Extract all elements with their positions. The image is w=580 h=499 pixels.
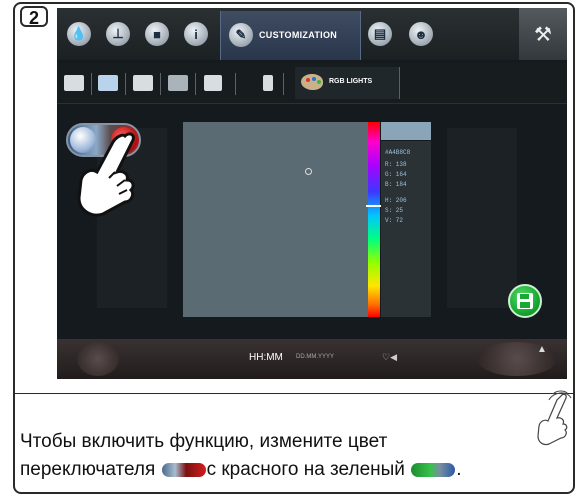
clock-date: DD.MM.YYYY [296, 354, 335, 360]
instruction-text: Чтобы включить функцию, измените цвет пе… [20, 428, 540, 484]
image-icon[interactable] [133, 75, 153, 91]
step-badge: 2 [20, 6, 48, 28]
top-navigation-bar: 💧 ⊥ ■ i ✎ CUSTOMIZATION ▤ ☻ ⚒ [57, 8, 567, 60]
hue-slider-marker[interactable] [366, 205, 382, 207]
color-values-panel: #A4B8C8 R: 138 G: 164 B: 184 H: 206 S: 2… [381, 141, 431, 317]
color-v-value: V: 72 [385, 217, 404, 224]
info-icon[interactable]: i [184, 22, 208, 46]
steam-icon[interactable]: ■ [145, 22, 169, 46]
separator [91, 73, 92, 95]
section-divider [15, 393, 573, 394]
instruction-line-2a: переключателя [20, 459, 156, 480]
color-g-value: G: 164 [385, 171, 407, 178]
customization-label: CUSTOMIZATION [259, 30, 338, 40]
screen-icon[interactable]: ▤ [368, 22, 392, 46]
screen-saver-icon[interactable] [168, 75, 188, 91]
color-b-value: B: 184 [385, 181, 407, 188]
color-picker-cursor[interactable] [305, 168, 312, 175]
customization-sub-bar: RGB LIGHTS [57, 63, 567, 104]
color-s-value: S: 25 [385, 207, 404, 214]
color-swatch [381, 122, 431, 140]
tab-rgb-lights[interactable]: RGB LIGHTS [295, 67, 400, 99]
tap-gesture-icon [537, 390, 572, 446]
separator [160, 73, 161, 95]
instruction-line-2b: с красного на зеленый [206, 459, 405, 480]
rgb-lights-label: RGB LIGHTS [329, 78, 373, 85]
floppy-disk-icon [517, 293, 533, 309]
clock-time: HH:MM [249, 352, 283, 363]
color-picker-area[interactable] [183, 122, 368, 317]
background-tile [447, 128, 517, 308]
separator [283, 73, 284, 95]
book-icon[interactable] [64, 75, 84, 91]
save-button[interactable] [508, 284, 542, 318]
separator [195, 73, 196, 95]
bottle-icon[interactable] [263, 75, 273, 91]
instruction-line-1: Чтобы включить функцию, измените цвет [20, 431, 388, 452]
instruction-line-2c: . [456, 459, 462, 480]
tab-customization[interactable]: ✎ CUSTOMIZATION [220, 11, 361, 60]
bottom-status-bar: HH:MM DD.MM.YYYY ♡◀ ▲ [57, 339, 567, 379]
separator [235, 73, 236, 95]
up-arrow-icon[interactable]: ▲ [537, 344, 547, 355]
color-h-value: H: 206 [385, 197, 407, 204]
device-screen: 💧 ⊥ ■ i ✎ CUSTOMIZATION ▤ ☻ ⚒ RGB LIGHTS [57, 8, 567, 379]
pointing-hand-icon [77, 132, 135, 217]
user-icon[interactable]: ☻ [409, 22, 433, 46]
wrench-icon[interactable]: ⚒ [519, 8, 567, 60]
water-drop-icon[interactable]: 💧 [67, 22, 91, 46]
toggle-green-icon [411, 462, 456, 477]
color-r-value: R: 138 [385, 161, 407, 168]
book-highlight-icon[interactable] [98, 75, 118, 91]
hue-slider[interactable] [368, 122, 380, 317]
home-button[interactable] [77, 342, 119, 376]
color-hex-value: #A4B8C8 [385, 149, 411, 156]
separator [125, 73, 126, 95]
speaker-icon[interactable] [204, 75, 222, 91]
toggle-red-icon [161, 462, 206, 477]
sound-icon: ♡◀ [382, 352, 397, 362]
thermometer-icon[interactable]: ⊥ [106, 22, 130, 46]
palette-icon [301, 74, 323, 90]
pencil-icon: ✎ [229, 23, 253, 47]
